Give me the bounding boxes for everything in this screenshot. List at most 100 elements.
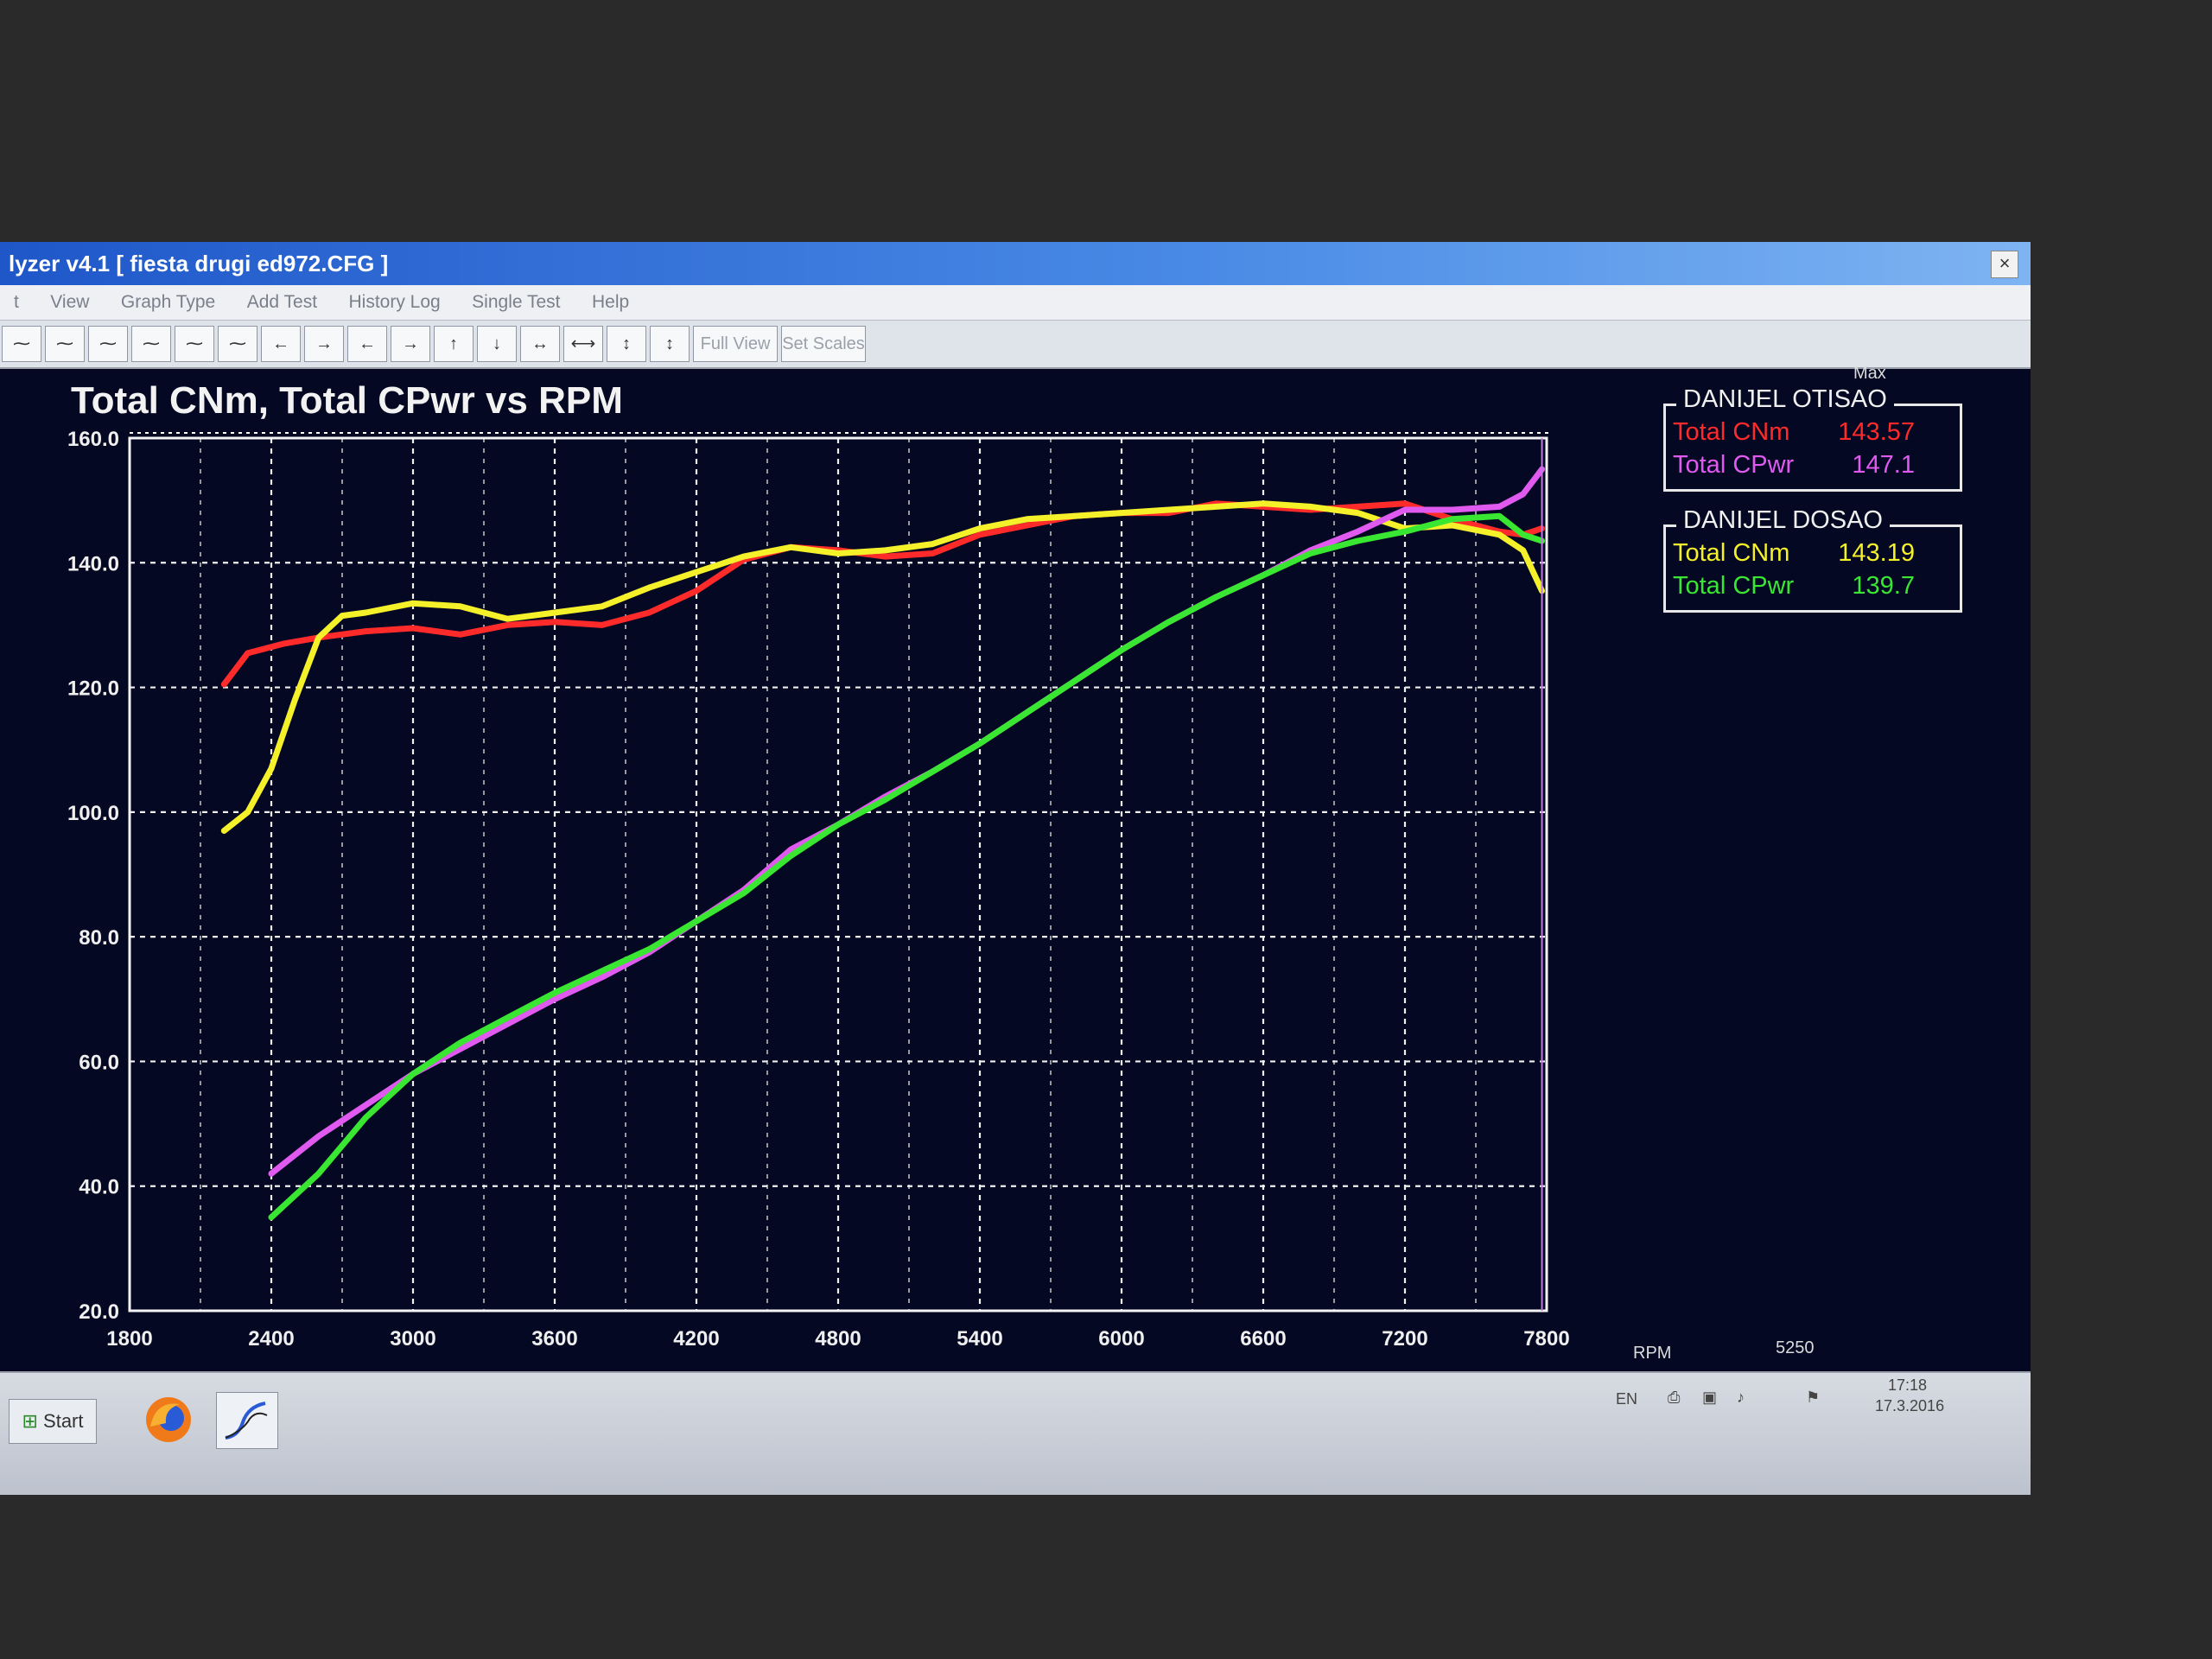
legend-group-1-title: DANIJEL OTISAO (1676, 385, 1894, 414)
y-tick-label: 100.0 (67, 802, 119, 825)
y-tick-label: 40.0 (79, 1176, 119, 1199)
compress-vertical-button[interactable]: ↕ (607, 326, 646, 362)
arrow-down-icon: ↓ (493, 334, 501, 353)
graph-1-button[interactable]: ⁓ (2, 326, 41, 362)
window-title: lyzer v4.1 [ fiesta drugi ed972.CFG ] (9, 251, 389, 276)
series-line-1 (220, 500, 1545, 688)
cursor-label: RPM (1633, 1344, 1672, 1363)
legend-2-cnm-label: Total CNm (1673, 539, 1790, 567)
menu-item-help[interactable]: Help (578, 285, 643, 320)
y-tick-label: 20.0 (79, 1300, 119, 1324)
menu-item-file[interactable]: t (0, 285, 33, 320)
graph-5-icon: ⁓ (186, 334, 203, 353)
x-tick-label: 1800 (106, 1327, 152, 1351)
start-button[interactable]: ⊞ Start (9, 1399, 97, 1444)
y-tick-label: 120.0 (67, 677, 119, 701)
legend-max-label: Max (1853, 364, 1886, 383)
x-tick-label: 2400 (248, 1327, 294, 1351)
x-tick-label: 5400 (957, 1327, 1002, 1351)
toolbar: ⁓ ⁓ ⁓ ⁓ ⁓ ⁓ ← → ← → ↑ ↓ ↔ ⟷ ↕ ↕ Full View Set Scales (0, 321, 2031, 369)
language-indicator[interactable]: EN (1616, 1390, 1637, 1408)
speaker-icon[interactable]: ♪ (1737, 1389, 1745, 1407)
x-tick-label: 6000 (1098, 1327, 1144, 1351)
arrow-up-button[interactable]: ↑ (434, 326, 474, 362)
expand-horizontal-icon: ↔ (531, 334, 549, 353)
plot-area: Total CNm, Total CPwr vs RPM 1800 2400 300… (0, 364, 2031, 1371)
compress-horizontal-icon: ⟷ (570, 334, 596, 353)
clock-time: 17:18 (1888, 1376, 1928, 1394)
menu-bar: t View Graph Type Add Test History Log S… (0, 285, 2031, 321)
firefox-icon[interactable] (138, 1392, 199, 1447)
compress-horizontal-button[interactable]: ⟷ (563, 326, 603, 362)
arrow-down-button[interactable]: ↓ (477, 326, 517, 362)
y-tick-label: 140.0 (67, 552, 119, 575)
menu-item-add-test[interactable]: Add Test (233, 285, 331, 320)
arrow-left-icon: ← (272, 334, 289, 353)
expand-vertical-button[interactable]: ↕ (650, 326, 690, 362)
close-button[interactable]: × (1991, 251, 2018, 278)
legend-1-cpwr-label: Total CPwr (1673, 451, 1795, 479)
legend-1-cpwr-value: 147.1 (1852, 451, 1915, 479)
printer-icon[interactable]: ⎙ (1668, 1389, 1680, 1407)
x-tick-label: 4800 (815, 1327, 861, 1351)
flag-icon[interactable]: ⚑ (1806, 1389, 1820, 1407)
step-right-button[interactable]: → (391, 326, 430, 362)
x-tick-label: 6600 (1240, 1327, 1286, 1351)
x-tick-label: 7200 (1382, 1327, 1427, 1351)
windows-logo-icon: ⊞ (22, 1410, 44, 1432)
expand-vertical-icon: ↕ (665, 334, 674, 353)
legend-group-1: DANIJEL OTISAO Total CNm 143.57 Total CP… (1663, 385, 1962, 492)
step-left-button[interactable]: ← (347, 326, 387, 362)
graph-4-icon: ⁓ (143, 334, 160, 353)
arrow-left-button[interactable]: ← (261, 326, 301, 362)
compress-vertical-icon: ↕ (622, 334, 631, 353)
expand-horizontal-button[interactable]: ↔ (520, 326, 560, 362)
graph-4-button[interactable]: ⁓ (131, 326, 171, 362)
dyno-analyzer-icon[interactable] (216, 1392, 278, 1449)
y-tick-label: 160.0 (67, 428, 119, 451)
title-bar: lyzer v4.1 [ fiesta drugi ed972.CFG ] × (0, 242, 2031, 285)
dyno-analyzer-window: lyzer v4.1 [ fiesta drugi ed972.CFG ] × … (0, 242, 2031, 1495)
graph-6-icon: ⁓ (229, 334, 246, 353)
legend-2-cpwr-label: Total CPwr (1673, 572, 1795, 600)
set-scales-button[interactable]: Set Scales (781, 326, 866, 362)
graph-5-button[interactable]: ⁓ (175, 326, 214, 362)
system-tray: EN ⎙ ▣ ♪ ⚑ 17:18 17.3.2016 (1607, 1373, 2013, 1425)
arrow-right-button[interactable]: → (304, 326, 344, 362)
y-tick-label: 60.0 (79, 1051, 119, 1074)
x-tick-label: 4200 (673, 1327, 719, 1351)
menu-item-graph-type[interactable]: Graph Type (107, 285, 229, 320)
step-left-icon: ← (359, 334, 376, 353)
legend-1-cnm-label: Total CNm (1673, 418, 1790, 446)
menu-item-single-test[interactable]: Single Test (458, 285, 574, 320)
series-line-4 (268, 512, 1545, 1221)
x-tick-label: 3000 (390, 1327, 435, 1351)
full-view-button[interactable]: Full View (693, 326, 778, 362)
network-icon[interactable]: ▣ (1702, 1389, 1717, 1407)
legend-group-2-title: DANIJEL DOSAO (1676, 506, 1890, 535)
series-line-3 (268, 466, 1545, 1177)
x-tick-label: 3600 (531, 1327, 577, 1351)
graph-2-button[interactable]: ⁓ (45, 326, 85, 362)
legend-2-cpwr-value: 139.7 (1852, 572, 1915, 600)
start-label: Start (43, 1410, 84, 1432)
y-tick-label: 80.0 (79, 926, 119, 950)
legend-group-2: DANIJEL DOSAO Total CNm 143.19 Total CPw… (1663, 506, 1962, 613)
graph-3-icon: ⁓ (99, 334, 117, 353)
graph-2-icon: ⁓ (56, 334, 73, 353)
x-tick-label: 7800 (1523, 1327, 1569, 1351)
clock-date: 17.3.2016 (1875, 1397, 1945, 1414)
graph-6-button[interactable]: ⁓ (218, 326, 257, 362)
graph-1-icon: ⁓ (13, 334, 30, 353)
menu-item-view[interactable]: View (36, 285, 103, 320)
legend-1-cnm-value: 143.57 (1838, 418, 1915, 446)
cursor-value: 5250 (1776, 1338, 1815, 1357)
series-line-2 (220, 500, 1545, 834)
legend-2-cnm-value: 143.19 (1838, 539, 1915, 567)
taskbar: ⊞ Start EN ⎙ ▣ ♪ ⚑ 17:18 17.3.2016 (0, 1371, 2031, 1495)
menu-item-history-log[interactable]: History Log (335, 285, 454, 320)
arrow-up-icon: ↑ (449, 334, 458, 353)
graph-3-button[interactable]: ⁓ (88, 326, 128, 362)
arrow-right-icon: → (315, 334, 333, 353)
step-right-icon: → (402, 334, 419, 353)
